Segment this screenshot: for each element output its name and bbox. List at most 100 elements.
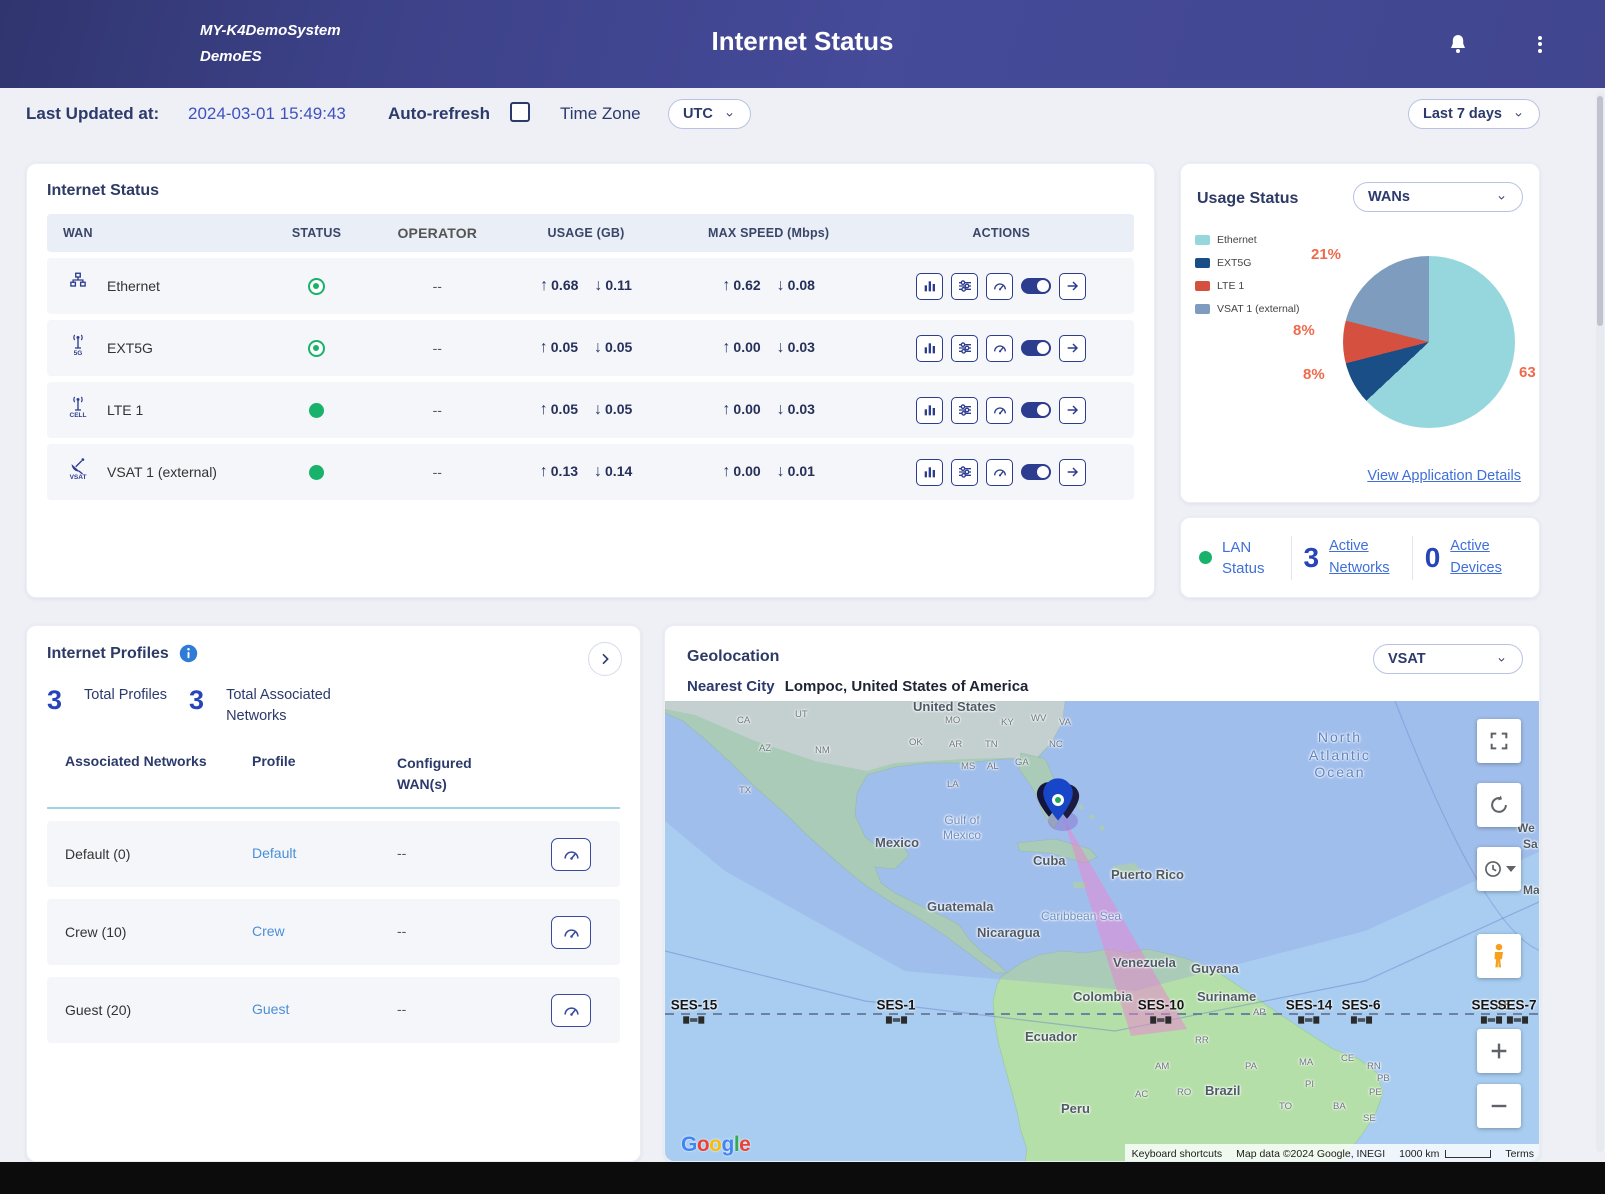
- speed-test-gauge-icon: [992, 278, 1008, 294]
- map-label: TO: [1279, 1101, 1292, 1113]
- statistics-button[interactable]: [916, 459, 943, 486]
- speed-test-button[interactable]: [986, 459, 1013, 486]
- bottom-bar: [0, 1162, 1605, 1194]
- table-row: Ethernet -- 0.680.11 0.620.08: [47, 258, 1134, 314]
- download-icon: [777, 401, 788, 418]
- profile-link[interactable]: Default: [252, 845, 296, 861]
- profile-speedtest-button[interactable]: [551, 838, 591, 871]
- details-arrow-button[interactable]: [1059, 273, 1086, 300]
- upload-icon: [540, 277, 551, 294]
- satellite-marker[interactable]: SES-10: [1138, 998, 1185, 1028]
- map-label: North Atlantic Ocean: [1309, 729, 1371, 782]
- zoom-in-button[interactable]: [1477, 1029, 1521, 1073]
- configure-button[interactable]: [951, 459, 978, 486]
- view-application-details-link[interactable]: View Application Details: [1367, 468, 1521, 484]
- keyboard-shortcuts-link[interactable]: Keyboard shortcuts: [1125, 1144, 1229, 1162]
- timezone-dropdown[interactable]: UTC: [668, 99, 751, 129]
- map-label: VA: [1059, 717, 1071, 729]
- profile-speedtest-button[interactable]: [551, 994, 591, 1027]
- satellite-marker[interactable]: SES-7: [1497, 998, 1536, 1028]
- satellite-marker[interactable]: SES-14: [1286, 998, 1333, 1028]
- info-icon[interactable]: [179, 644, 198, 663]
- configured-wans-value: --: [397, 923, 406, 939]
- kebab-menu-icon[interactable]: [1526, 30, 1554, 58]
- usage-pie[interactable]: [1343, 256, 1515, 428]
- profiles-table-header: Associated Networks Profile Configured W…: [47, 753, 620, 809]
- statistics-button[interactable]: [916, 397, 943, 424]
- chevron-down-icon: [1495, 193, 1508, 202]
- upload-icon: [722, 401, 733, 418]
- satellite-marker[interactable]: SES-15: [671, 998, 718, 1028]
- map-label: AZ: [759, 743, 771, 755]
- map-canvas: [665, 701, 1540, 1162]
- reset-view-button[interactable]: [1477, 783, 1521, 827]
- satellite-icon: [1150, 1013, 1172, 1028]
- profile-link[interactable]: Crew: [252, 923, 285, 939]
- timezone-label: Time Zone: [560, 104, 641, 124]
- wan-enable-toggle[interactable]: [1021, 464, 1051, 480]
- terms-link[interactable]: Terms: [1498, 1144, 1540, 1162]
- auto-refresh-checkbox[interactable]: [510, 102, 530, 122]
- map-label: RR: [1195, 1035, 1209, 1047]
- map[interactable]: United StatesCAUTMOKYWVVAAZNMOKARTNNCTXM…: [665, 701, 1540, 1162]
- configure-button[interactable]: [951, 335, 978, 362]
- lan-status-indicator: [1199, 551, 1212, 564]
- wan-enable-toggle[interactable]: [1021, 340, 1051, 356]
- speed-test-gauge-icon: [562, 845, 581, 864]
- wan-enable-toggle[interactable]: [1021, 402, 1051, 418]
- satellite-label: SES-15: [671, 998, 718, 1013]
- profile-link[interactable]: Guest: [252, 1001, 289, 1017]
- configure-sliders-icon: [957, 278, 973, 294]
- map-label: GA: [1015, 757, 1029, 769]
- operator-value: --: [371, 340, 503, 356]
- history-button[interactable]: [1477, 847, 1521, 891]
- speed-test-button[interactable]: [986, 273, 1013, 300]
- profile-speedtest-button[interactable]: [551, 916, 591, 949]
- download-icon: [777, 463, 788, 480]
- satellite-marker[interactable]: SES-6: [1341, 998, 1380, 1028]
- last-updated-value: 2024-03-01 15:49:43: [188, 104, 346, 124]
- configure-button[interactable]: [951, 273, 978, 300]
- page-scrollbar[interactable]: [1596, 92, 1604, 1152]
- details-arrow-button[interactable]: [1059, 397, 1086, 424]
- details-arrow-button[interactable]: [1059, 335, 1086, 362]
- satellite-icon: [1298, 1013, 1320, 1028]
- date-range-dropdown[interactable]: Last 7 days: [1408, 99, 1540, 129]
- satellite-marker[interactable]: SES-1: [876, 998, 915, 1028]
- map-label: Sa: [1523, 837, 1538, 852]
- geo-source-dropdown[interactable]: VSAT: [1373, 644, 1523, 674]
- speed-test-button[interactable]: [986, 397, 1013, 424]
- active-devices-link[interactable]: Active Devices: [1450, 536, 1521, 578]
- map-label: MA: [1299, 1057, 1313, 1069]
- upload-icon: [722, 339, 733, 356]
- details-arrow-button[interactable]: [1059, 459, 1086, 486]
- configure-sliders-icon: [957, 340, 973, 356]
- download-icon: [594, 401, 605, 418]
- statistics-button[interactable]: [916, 273, 943, 300]
- chevron-right-icon: [597, 651, 613, 667]
- wan-enable-toggle[interactable]: [1021, 278, 1051, 294]
- active-networks-link[interactable]: Active Networks: [1329, 536, 1400, 578]
- satellite-icon: [885, 1013, 907, 1028]
- configure-button[interactable]: [951, 397, 978, 424]
- statistics-button[interactable]: [916, 335, 943, 362]
- notification-bell-icon[interactable]: [1444, 30, 1472, 58]
- col-operator: OPERATOR: [371, 225, 503, 241]
- speed-test-button[interactable]: [986, 335, 1013, 362]
- vessel-location-pin[interactable]: [1033, 777, 1089, 835]
- internet-status-title: Internet Status: [47, 182, 1134, 200]
- map-label: PI: [1305, 1079, 1314, 1091]
- map-label: KY: [1001, 717, 1014, 729]
- cellular-lte-icon: CELL: [63, 395, 93, 425]
- vsat-dish-icon: VSAT: [63, 457, 93, 487]
- download-icon: [594, 463, 605, 480]
- zoom-out-button[interactable]: [1477, 1084, 1521, 1128]
- scrollbar-thumb[interactable]: [1597, 96, 1603, 326]
- profiles-expand-button[interactable]: [588, 642, 622, 676]
- usage-scope-dropdown[interactable]: WANs: [1353, 182, 1523, 212]
- fullscreen-button[interactable]: [1477, 719, 1521, 763]
- legend-chip: [1195, 304, 1210, 314]
- chevron-down-icon: [1495, 655, 1508, 664]
- street-view-pegman[interactable]: [1477, 934, 1521, 978]
- wan-name: EXT5G: [107, 340, 153, 356]
